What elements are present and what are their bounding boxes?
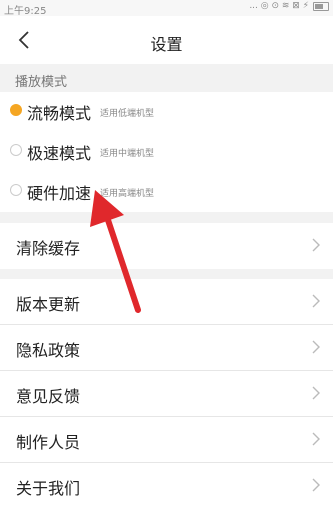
menu-item-version-update[interactable]: 版本更新 [0,279,333,325]
radio-unselected-icon[interactable] [10,184,22,196]
option-hint: 适用低端机型 [100,109,155,119]
option-label: 流畅模式 [27,104,92,123]
top-bar: 设置 [0,16,333,64]
menu-item-about-us[interactable]: 关于我们 [0,463,333,509]
cache-card: 清除缓存 [0,223,333,269]
option-smooth-mode[interactable]: 流畅模式 适用低端机型 [0,92,333,132]
chevron-right-icon [312,478,320,492]
status-icons-text: ... ◎ ⊙ ≋ ⊠ ⚡ [249,1,309,11]
play-mode-options: 流畅模式 适用低端机型 极速模式 适用中端机型 硬件加速 适用高端机型 [0,92,333,212]
option-hint: 适用中端机型 [100,149,155,159]
status-bar: 上午9:25 ... ◎ ⊙ ≋ ⊠ ⚡ [0,0,333,17]
menu-item-credits[interactable]: 制作人员 [0,417,333,463]
page-title: 设置 [150,35,183,54]
row-label: 清除缓存 [16,239,81,258]
battery-icon [313,1,329,11]
section-label-play-mode: 播放模式 [15,75,68,90]
option-hint: 适用高端机型 [100,189,155,199]
row-label: 制作人员 [16,433,81,452]
option-turbo-mode[interactable]: 极速模式 适用中端机型 [0,132,333,172]
status-time: 上午9:25 [4,6,47,17]
row-label: 隐私政策 [16,341,81,360]
clear-cache-row[interactable]: 清除缓存 [0,223,333,269]
option-hardware-acceleration[interactable]: 硬件加速 适用高端机型 [0,172,333,212]
chevron-right-icon [312,340,320,354]
status-icons: ... ◎ ⊙ ≋ ⊠ ⚡ [249,1,329,11]
radio-selected-icon[interactable] [10,104,22,116]
menu-item-privacy-policy[interactable]: 隐私政策 [0,325,333,371]
row-label: 版本更新 [16,295,81,314]
chevron-right-icon [312,294,320,308]
option-label: 硬件加速 [27,184,92,203]
row-label: 意见反馈 [16,387,81,406]
menu-item-feedback[interactable]: 意见反馈 [0,371,333,417]
row-label: 关于我们 [16,479,81,498]
settings-menu-card: 版本更新 隐私政策 意见反馈 制作人员 关于我们 [0,279,333,509]
radio-unselected-icon[interactable] [10,144,22,156]
option-label: 极速模式 [27,144,92,163]
chevron-right-icon [312,432,320,446]
chevron-right-icon [312,386,320,400]
chevron-right-icon [312,238,320,252]
